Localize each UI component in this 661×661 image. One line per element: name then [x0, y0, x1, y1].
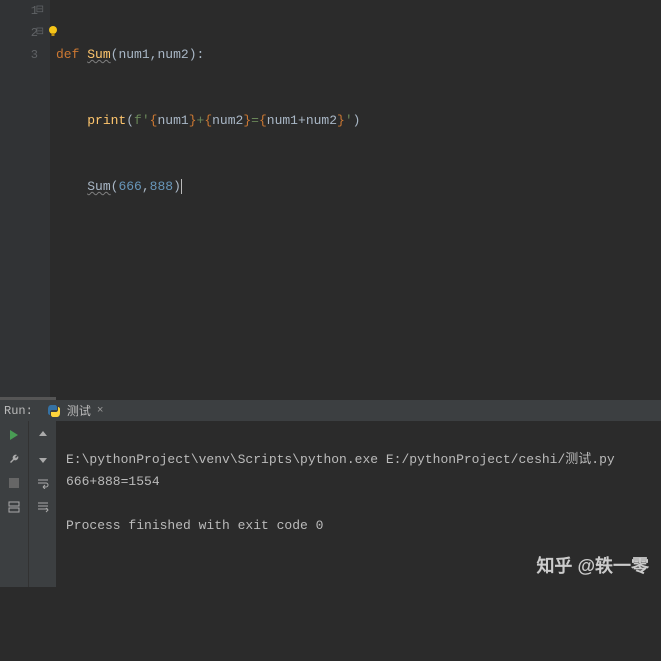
code-editor[interactable]: def Sum(num1,num2): print(f'{num1}+{num2… [50, 0, 661, 397]
watermark: 知乎 @轶一零 [536, 555, 649, 577]
line-number: 3 [0, 44, 38, 66]
wrap-button[interactable] [33, 473, 53, 493]
down-button[interactable] [33, 449, 53, 469]
run-tab[interactable]: 测试 × [41, 400, 110, 421]
editor-area: 1⊟ 2⊟ 3 def Sum(num1,num2): print(f'{num… [0, 0, 661, 397]
line-number: 2⊟ [0, 22, 38, 44]
gutter: 1⊟ 2⊟ 3 [0, 0, 50, 397]
scroll-button[interactable] [33, 497, 53, 517]
line-number: 1⊟ [0, 0, 38, 22]
run-header: Run: 测试 × [0, 400, 661, 421]
run-label: Run: [4, 404, 33, 418]
run-body: E:\pythonProject\venv\Scripts\python.exe… [0, 421, 661, 587]
run-toolbar-mid [28, 421, 56, 587]
python-icon [47, 404, 61, 418]
tab-label: 测试 [67, 402, 91, 419]
layout-button[interactable] [4, 497, 24, 517]
console-out: 666+888=1554 [66, 474, 160, 489]
console-cmd: E:\pythonProject\venv\Scripts\python.exe… [66, 452, 615, 467]
console-exit: Process finished with exit code 0 [66, 518, 323, 533]
bulb-icon[interactable] [46, 24, 60, 46]
fold-icon[interactable]: ⊟ [36, 22, 44, 44]
wrench-button[interactable] [4, 449, 24, 469]
run-toolbar-left [0, 421, 28, 587]
run-panel: Run: 测试 × E:\pythonProject\venv\Scripts\… [0, 400, 661, 554]
close-icon[interactable]: × [97, 405, 104, 417]
code-line: def Sum(num1,num2): [56, 44, 661, 66]
code-line: print(f'{num1}+{num2}={num1+num2}') [56, 110, 661, 132]
stop-button[interactable] [4, 473, 24, 493]
rerun-button[interactable] [4, 425, 24, 445]
console-output[interactable]: E:\pythonProject\venv\Scripts\python.exe… [56, 421, 661, 587]
up-button[interactable] [33, 425, 53, 445]
code-line: Sum(666,888) [56, 176, 661, 198]
fold-icon[interactable]: ⊟ [36, 0, 44, 22]
